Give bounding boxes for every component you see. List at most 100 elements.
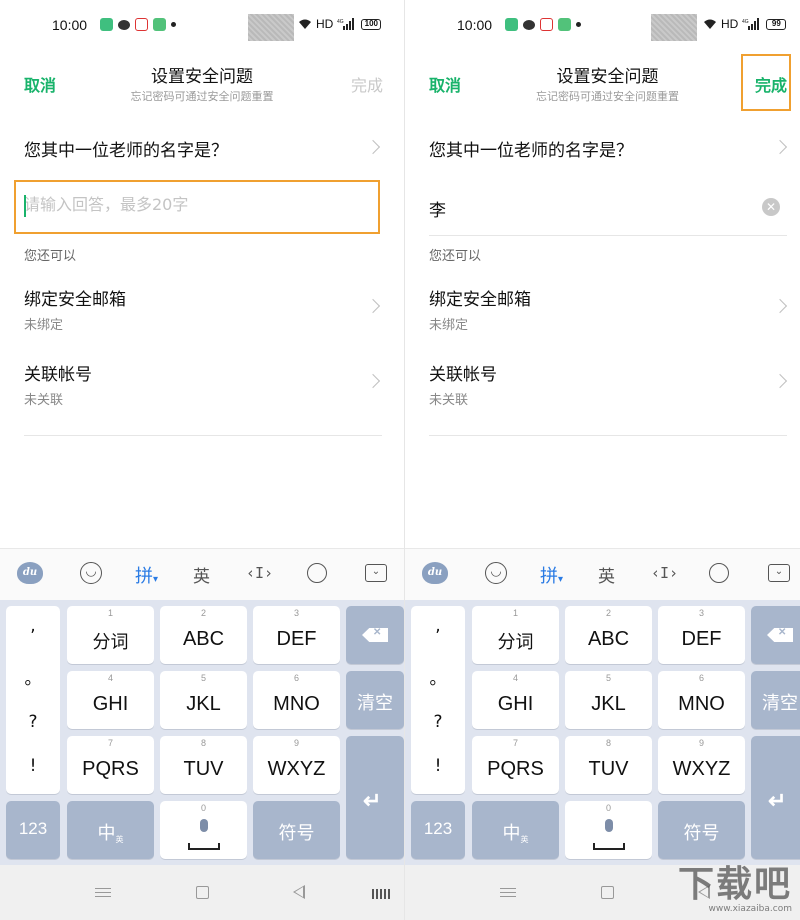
key-5[interactable]: 5 JKL <box>565 671 652 729</box>
backspace-key[interactable] <box>751 606 800 664</box>
enter-key[interactable]: ↵ <box>346 736 404 859</box>
num-key[interactable]: 123 <box>411 801 465 859</box>
question-selector[interactable]: 您其中一位老师的名字是？ <box>429 136 633 161</box>
lang-en-label: 英 <box>520 835 529 844</box>
link-account-title[interactable]: 关联帐号 <box>24 360 92 385</box>
network-label: HD <box>316 17 334 31</box>
status-right: HD 4G 99 <box>703 17 787 31</box>
home-icon[interactable] <box>196 886 209 899</box>
punctuation-column[interactable]: , 。 ? ! <box>6 606 60 794</box>
backspace-key[interactable] <box>346 606 404 664</box>
num-key[interactable]: 123 <box>6 801 60 859</box>
status-time: 10:00 <box>457 17 493 33</box>
punctuation-column[interactable]: , 。 ? ! <box>411 606 465 794</box>
status-right: HD 4G 100 <box>298 17 382 31</box>
key-3[interactable]: 3 DEF <box>658 606 745 664</box>
key-6[interactable]: 6 MNO <box>253 671 340 729</box>
bind-email-status: 未绑定 <box>429 318 469 333</box>
pinyin-mode-button[interactable]: 拼▾ <box>135 562 158 588</box>
emoji-icon[interactable]: ◡ <box>80 562 102 584</box>
space-icon <box>187 843 220 850</box>
punct-period[interactable]: 。 <box>411 664 465 689</box>
space-key[interactable]: 0 <box>565 801 652 859</box>
cursor-icon[interactable]: ‹I› <box>246 564 273 582</box>
key-4[interactable]: 4 GHI <box>472 671 559 729</box>
bind-email-title[interactable]: 绑定安全邮箱 <box>429 285 531 310</box>
hide-keyboard-icon[interactable]: ⌄ <box>365 564 387 582</box>
key-3[interactable]: 3 DEF <box>253 606 340 664</box>
network-label: HD <box>721 17 739 31</box>
cursor-icon[interactable]: ‹I› <box>651 564 678 582</box>
link-account-title[interactable]: 关联帐号 <box>429 360 497 385</box>
menu-icon[interactable] <box>95 888 111 897</box>
question-selector[interactable]: 您其中一位老师的名字是？ <box>24 136 228 161</box>
emoji-icon[interactable]: ◡ <box>485 562 507 584</box>
key-6[interactable]: 6 MNO <box>658 671 745 729</box>
home-icon[interactable] <box>601 886 614 899</box>
punct-comma[interactable]: , <box>411 616 465 636</box>
symbol-key[interactable]: 符号 <box>658 801 745 859</box>
enter-key[interactable]: ↵ <box>751 736 800 859</box>
key-9[interactable]: 9 WXYZ <box>658 736 745 794</box>
search-icon[interactable] <box>709 563 729 583</box>
done-focus-highlight <box>741 54 791 111</box>
text-cursor <box>24 195 26 217</box>
more-dot-icon <box>171 22 176 27</box>
key-7[interactable]: 7 PQRS <box>472 736 559 794</box>
app-icon <box>153 18 166 31</box>
answer-input[interactable] <box>24 195 364 214</box>
keyboard-toolbar: du ◡ 拼▾ 英 ‹I› ⌄ <box>405 548 800 600</box>
english-mode-button[interactable]: 英 <box>193 562 210 587</box>
pinyin-label: 拼 <box>540 566 558 587</box>
punct-period[interactable]: 。 <box>6 664 60 689</box>
bind-email-title[interactable]: 绑定安全邮箱 <box>24 285 126 310</box>
backspace-icon <box>767 628 793 642</box>
link-account-status: 未关联 <box>24 393 64 408</box>
back-icon[interactable] <box>293 885 305 899</box>
pinyin-mode-button[interactable]: 拼▾ <box>540 562 563 588</box>
divider <box>24 435 382 436</box>
lang-switch-key[interactable]: 中英 <box>67 801 154 859</box>
lang-switch-key[interactable]: 中英 <box>472 801 559 859</box>
answer-input[interactable]: 李 <box>429 196 446 221</box>
search-icon[interactable] <box>307 563 327 583</box>
key-8[interactable]: 8 TUV <box>160 736 247 794</box>
redacted-area <box>651 14 697 41</box>
clear-key[interactable]: 清空 <box>751 671 800 729</box>
clear-input-icon[interactable]: ✕ <box>762 198 780 216</box>
space-key[interactable]: 0 <box>160 801 247 859</box>
key-7[interactable]: 7 PQRS <box>67 736 154 794</box>
battery-icon: 99 <box>766 18 787 30</box>
lang-zh-label: 中 <box>97 823 116 844</box>
du-logo-icon[interactable]: du <box>422 562 448 584</box>
signal-icon: 4G <box>742 18 760 30</box>
key-5[interactable]: 5 JKL <box>160 671 247 729</box>
symbol-key[interactable]: 符号 <box>253 801 340 859</box>
signal-icon: 4G <box>337 18 355 30</box>
clear-key[interactable]: 清空 <box>346 671 404 729</box>
punct-exclaim[interactable]: ! <box>6 756 60 776</box>
message-app-icon <box>505 18 518 31</box>
punct-question[interactable]: ? <box>6 712 60 732</box>
key-2[interactable]: 2 ABC <box>565 606 652 664</box>
key-1[interactable]: 1 分词 <box>67 606 154 664</box>
key-4[interactable]: 4 GHI <box>67 671 154 729</box>
punct-comma[interactable]: , <box>6 616 60 636</box>
calendar-icon <box>135 18 148 31</box>
du-logo-icon[interactable]: du <box>17 562 43 584</box>
keyboard-switch-icon[interactable] <box>372 889 390 899</box>
english-mode-button[interactable]: 英 <box>598 562 615 587</box>
punct-exclaim[interactable]: ! <box>411 756 465 776</box>
app-icon <box>558 18 571 31</box>
status-bar: 10:00 HD 4G 99 <box>405 0 800 52</box>
hide-keyboard-icon[interactable]: ⌄ <box>768 564 790 582</box>
key-2[interactable]: 2 ABC <box>160 606 247 664</box>
menu-icon[interactable] <box>500 888 516 897</box>
also-label: 您还可以 <box>24 249 77 264</box>
key-8[interactable]: 8 TUV <box>565 736 652 794</box>
done-button[interactable]: 完成 <box>351 72 383 96</box>
key-1[interactable]: 1 分词 <box>472 606 559 664</box>
divider <box>429 235 787 236</box>
key-9[interactable]: 9 WXYZ <box>253 736 340 794</box>
punct-question[interactable]: ? <box>411 712 465 732</box>
